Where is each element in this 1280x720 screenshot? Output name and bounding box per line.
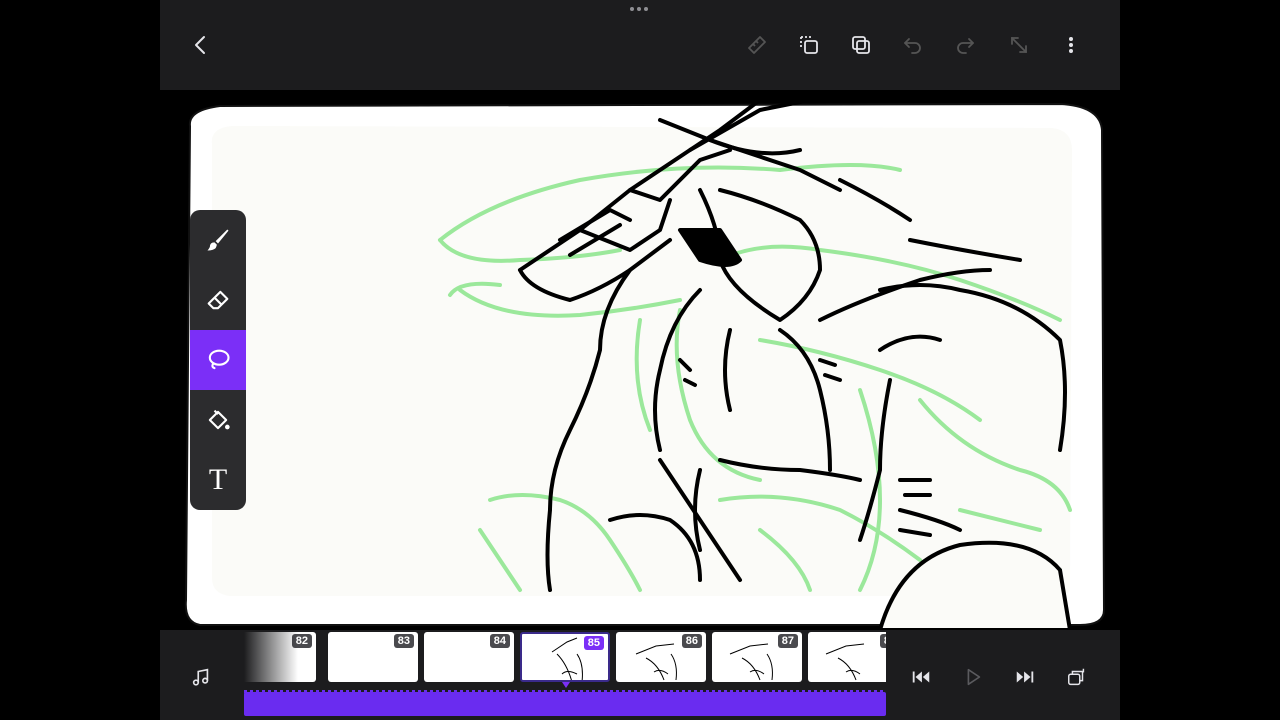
- top-toolbar: [160, 0, 1120, 90]
- paint-bucket-icon: [208, 409, 230, 430]
- ruler-icon: [748, 36, 766, 54]
- frame-preview: [825, 643, 865, 681]
- more-vertical-icon: [1069, 37, 1073, 53]
- window-grabber[interactable]: [630, 7, 650, 13]
- layers-button[interactable]: [1064, 664, 1090, 690]
- skip-back-icon: [912, 671, 930, 683]
- transform-icon: [1011, 37, 1027, 53]
- skip-forward-button[interactable]: [1012, 664, 1038, 690]
- skip-back-button[interactable]: [908, 664, 934, 690]
- frame-number: 82: [291, 634, 312, 648]
- brush-tool[interactable]: [190, 210, 246, 270]
- undo-button[interactable]: [898, 30, 928, 60]
- duplicate-button[interactable]: [846, 30, 876, 60]
- frame-number: 86: [681, 634, 702, 648]
- play-button[interactable]: [960, 664, 986, 690]
- chevron-left-icon: [195, 36, 205, 54]
- frame-thumbnail[interactable]: 84: [424, 632, 514, 682]
- music-note-icon: [192, 668, 209, 686]
- copy-frame-icon: [800, 36, 818, 54]
- layers-icon: [1068, 668, 1085, 686]
- back-button[interactable]: [186, 30, 216, 60]
- play-icon: [967, 668, 981, 686]
- animation-app: T 82 83 84 85 86 87: [160, 0, 1120, 720]
- frame-number: 83: [393, 634, 414, 648]
- frame-number: 87: [777, 634, 798, 648]
- music-button[interactable]: [188, 664, 214, 690]
- copy-frame-button[interactable]: [794, 30, 824, 60]
- skip-forward-icon: [1016, 671, 1034, 683]
- tool-panel: T: [190, 210, 246, 510]
- audio-waveform[interactable]: [244, 690, 886, 716]
- duplicate-icon: [852, 36, 870, 54]
- frame-timeline[interactable]: 82 83 84 85 86 87 8: [244, 630, 886, 720]
- text-tool[interactable]: T: [190, 450, 246, 510]
- drawing-canvas[interactable]: T: [160, 90, 1120, 630]
- text-icon: T: [208, 463, 228, 496]
- canvas-artwork: [160, 90, 1120, 630]
- eraser-tool[interactable]: [190, 270, 246, 330]
- frame-thumbnail[interactable]: 86: [616, 632, 706, 682]
- fill-tool[interactable]: [190, 390, 246, 450]
- frame-thumbnail[interactable]: 83: [328, 632, 418, 682]
- frame-thumbnail-active[interactable]: 85: [520, 632, 610, 682]
- playhead-marker[interactable]: [562, 682, 570, 688]
- frame-thumbnail[interactable]: 8: [808, 632, 886, 682]
- timeline-bar: 82 83 84 85 86 87 8: [160, 630, 1120, 720]
- redo-button[interactable]: [950, 30, 980, 60]
- frame-number: 85: [583, 636, 604, 650]
- ruler-button[interactable]: [742, 30, 772, 60]
- eraser-icon: [207, 290, 229, 310]
- frame-number: 8: [879, 634, 886, 648]
- brush-icon: [207, 229, 229, 251]
- transform-button[interactable]: [1004, 30, 1034, 60]
- more-button[interactable]: [1056, 30, 1086, 60]
- undo-icon: [904, 38, 921, 54]
- lasso-icon: [208, 349, 230, 370]
- lasso-tool[interactable]: [190, 330, 246, 390]
- frame-number: 84: [489, 634, 510, 648]
- redo-icon: [957, 38, 974, 54]
- frame-thumbnail[interactable]: 87: [712, 632, 802, 682]
- frame-thumbnail[interactable]: 82: [244, 632, 316, 682]
